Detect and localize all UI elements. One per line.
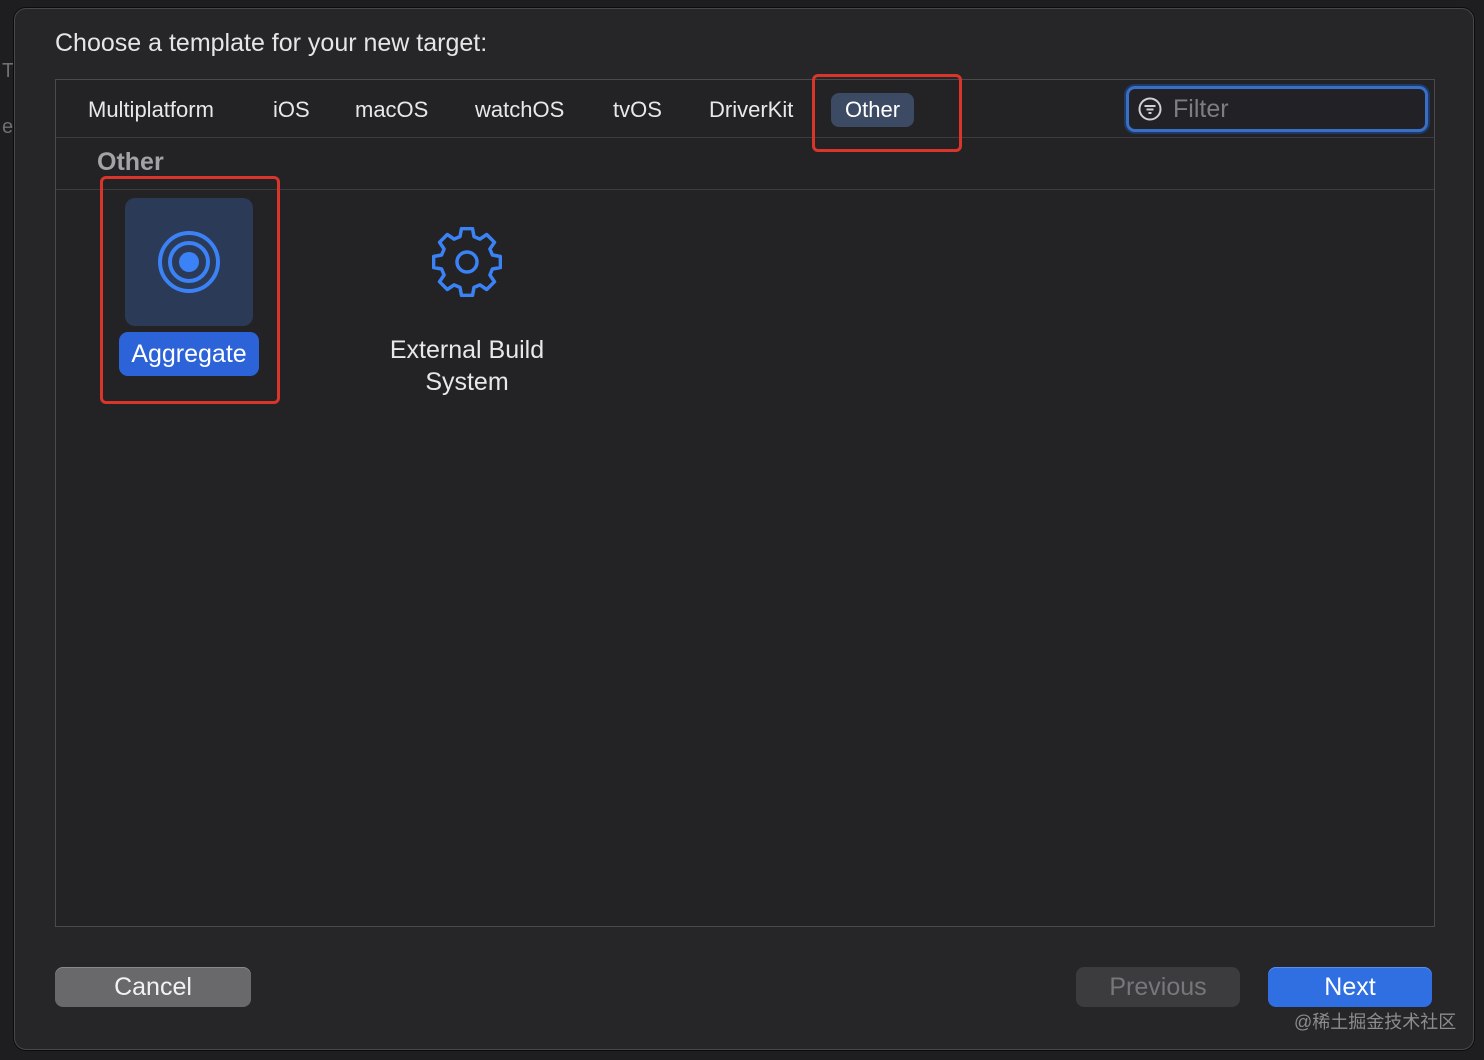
section-title: Other <box>97 148 164 176</box>
aggregate-target-icon <box>158 231 220 293</box>
template-label-aggregate: Aggregate <box>119 332 259 376</box>
platform-tab-bar: Multiplatform iOS macOS watchOS tvOS Dri… <box>56 80 1434 138</box>
watermark: @稀土掘金技术社区 <box>1294 1012 1457 1032</box>
background-letter: T <box>2 60 15 82</box>
template-icon-container <box>403 198 531 326</box>
template-icon-container <box>125 198 253 326</box>
filter-icon <box>1138 97 1162 121</box>
sheet-title: Choose a template for your new target: <box>55 29 488 57</box>
tab-tvos[interactable]: tvOS <box>599 93 676 127</box>
cancel-button[interactable]: Cancel <box>55 967 251 1007</box>
previous-button[interactable]: Previous <box>1076 967 1240 1007</box>
tab-driverkit[interactable]: DriverKit <box>695 93 807 127</box>
section-header: Other <box>56 138 1434 190</box>
template-aggregate[interactable]: Aggregate <box>84 198 294 376</box>
template-panel: Multiplatform iOS macOS watchOS tvOS Dri… <box>55 79 1435 927</box>
background-letter: e <box>2 116 14 138</box>
tab-ios[interactable]: iOS <box>259 93 324 127</box>
template-external-build-system[interactable]: External Build System <box>362 198 572 404</box>
filter-field[interactable] <box>1126 86 1428 132</box>
tab-watchos[interactable]: watchOS <box>461 93 578 127</box>
template-label-external-build-system: External Build System <box>389 336 545 396</box>
tab-other[interactable]: Other <box>831 93 915 127</box>
new-target-sheet: Choose a template for your new target: M… <box>14 8 1474 1050</box>
gear-icon <box>432 227 502 297</box>
tab-multiplatform[interactable]: Multiplatform <box>74 93 228 127</box>
next-button[interactable]: Next <box>1268 967 1432 1007</box>
tab-macos[interactable]: macOS <box>341 93 442 127</box>
filter-input[interactable] <box>1171 91 1415 127</box>
